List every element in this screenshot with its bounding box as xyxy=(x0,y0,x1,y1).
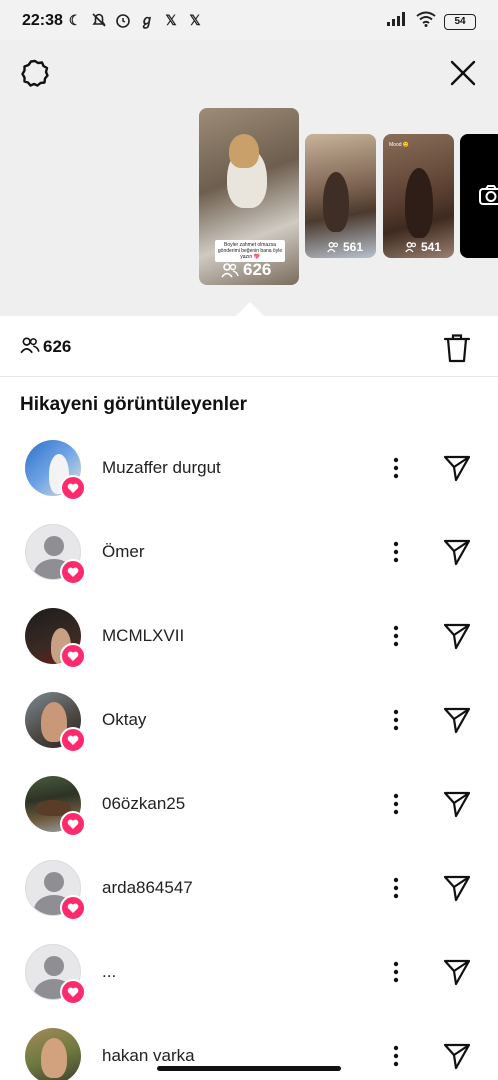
viewer-row[interactable]: Oktay xyxy=(0,692,498,776)
viewer-row[interactable]: arda864547 xyxy=(0,860,498,944)
story-count-value: 541 xyxy=(421,240,442,254)
story-photo-hair xyxy=(229,134,259,168)
settings-gear-icon[interactable] xyxy=(20,58,50,88)
people-icon xyxy=(405,242,417,253)
battery-icon: 54 xyxy=(444,13,476,30)
viewer-name[interactable]: MCMLXVII xyxy=(102,626,184,646)
section-title: Hikayeni görüntüleyenler xyxy=(20,394,248,415)
home-indicator[interactable] xyxy=(157,1066,341,1071)
story-count-value: 561 xyxy=(343,240,364,254)
avatar[interactable] xyxy=(25,1028,81,1080)
viewer-name[interactable]: 06özkan25 xyxy=(102,794,185,814)
send-message-icon[interactable] xyxy=(442,1041,472,1071)
viewer-row[interactable]: Muzaffer durgut xyxy=(0,440,498,524)
more-options-icon[interactable] xyxy=(386,789,406,819)
story-tag: Mood 😊 xyxy=(389,142,410,148)
like-heart-icon xyxy=(60,979,86,1005)
signal-icon xyxy=(386,11,408,32)
like-heart-icon xyxy=(60,727,86,753)
status-bar: 22:38 ☾ ℊ 𝕏 𝕏 54 xyxy=(0,0,498,40)
viewer-name[interactable]: ... xyxy=(102,962,116,982)
viewer-row[interactable]: MCMLXVII xyxy=(0,608,498,692)
viewer-row[interactable]: hakan varka xyxy=(0,1028,498,1080)
more-options-icon[interactable] xyxy=(386,453,406,483)
story-viewer-count: 561 xyxy=(327,240,363,254)
more-options-icon[interactable] xyxy=(386,705,406,735)
send-message-icon[interactable] xyxy=(442,453,472,483)
send-message-icon[interactable] xyxy=(442,705,472,735)
more-options-icon[interactable] xyxy=(386,1041,406,1071)
story-viewer-count: 626 xyxy=(221,260,271,280)
muted-bell-icon xyxy=(90,11,108,29)
threads-icon: ℊ xyxy=(140,12,154,28)
story-caption: Boyler zahmet olmazsa gönderimi beğenin … xyxy=(215,240,285,262)
more-options-icon[interactable] xyxy=(386,873,406,903)
avatar-head xyxy=(44,956,64,976)
status-time: 22:38 xyxy=(22,12,63,29)
status-icons: ☾ ℊ 𝕏 𝕏 xyxy=(66,11,204,29)
avatar-head xyxy=(44,536,64,556)
people-icon xyxy=(221,263,239,278)
viewer-name[interactable]: hakan varka xyxy=(102,1046,195,1066)
delete-story-icon[interactable] xyxy=(443,333,471,363)
viewers-total: 626 xyxy=(43,337,72,356)
send-message-icon[interactable] xyxy=(442,789,472,819)
viewer-row[interactable]: ... xyxy=(0,944,498,1028)
send-message-icon[interactable] xyxy=(442,957,472,987)
close-icon[interactable] xyxy=(448,58,478,88)
viewer-row[interactable]: 06özkan25 xyxy=(0,776,498,860)
avatar-photo xyxy=(41,1038,67,1078)
people-icon xyxy=(20,336,40,359)
story-viewer-count: 541 xyxy=(405,240,441,254)
viewer-name[interactable]: Ömer xyxy=(102,542,145,562)
viewer-row[interactable]: Ömer xyxy=(0,524,498,608)
viewer-name[interactable]: Oktay xyxy=(102,710,146,730)
story-thumbnail-3[interactable]: Mood 😊 541 xyxy=(383,134,454,258)
story-thumbnail-2[interactable]: 561 xyxy=(305,134,376,258)
viewers-summary-row: 626 xyxy=(0,316,498,377)
alarm-icon xyxy=(114,11,132,29)
avatar-head xyxy=(44,872,64,892)
camera-icon xyxy=(478,184,498,211)
more-options-icon[interactable] xyxy=(386,957,406,987)
story-photo xyxy=(323,172,349,232)
like-heart-icon xyxy=(60,559,86,585)
more-options-icon[interactable] xyxy=(386,537,406,567)
moon-icon: ☾ xyxy=(68,11,82,28)
add-story-thumbnail[interactable] xyxy=(460,134,498,258)
send-message-icon[interactable] xyxy=(442,537,472,567)
viewer-name[interactable]: arda864547 xyxy=(102,878,193,898)
send-message-icon[interactable] xyxy=(442,621,472,651)
wifi-icon xyxy=(416,11,436,32)
people-icon xyxy=(327,242,339,253)
x-app-icon: 𝕏 xyxy=(165,11,177,28)
viewer-name[interactable]: Muzaffer durgut xyxy=(102,458,221,478)
like-heart-icon xyxy=(60,475,86,501)
like-heart-icon xyxy=(60,643,86,669)
like-heart-icon xyxy=(60,895,86,921)
like-heart-icon xyxy=(60,811,86,837)
x-app-icon: 𝕏 xyxy=(189,11,201,28)
selection-pointer xyxy=(236,302,264,316)
status-right: 54 xyxy=(386,11,476,32)
story-photo xyxy=(405,168,433,238)
story-count-value: 626 xyxy=(243,260,272,279)
more-options-icon[interactable] xyxy=(386,621,406,651)
send-message-icon[interactable] xyxy=(442,873,472,903)
story-thumbnail-current[interactable]: Boyler zahmet olmazsa gönderimi beğenin … xyxy=(199,108,299,285)
